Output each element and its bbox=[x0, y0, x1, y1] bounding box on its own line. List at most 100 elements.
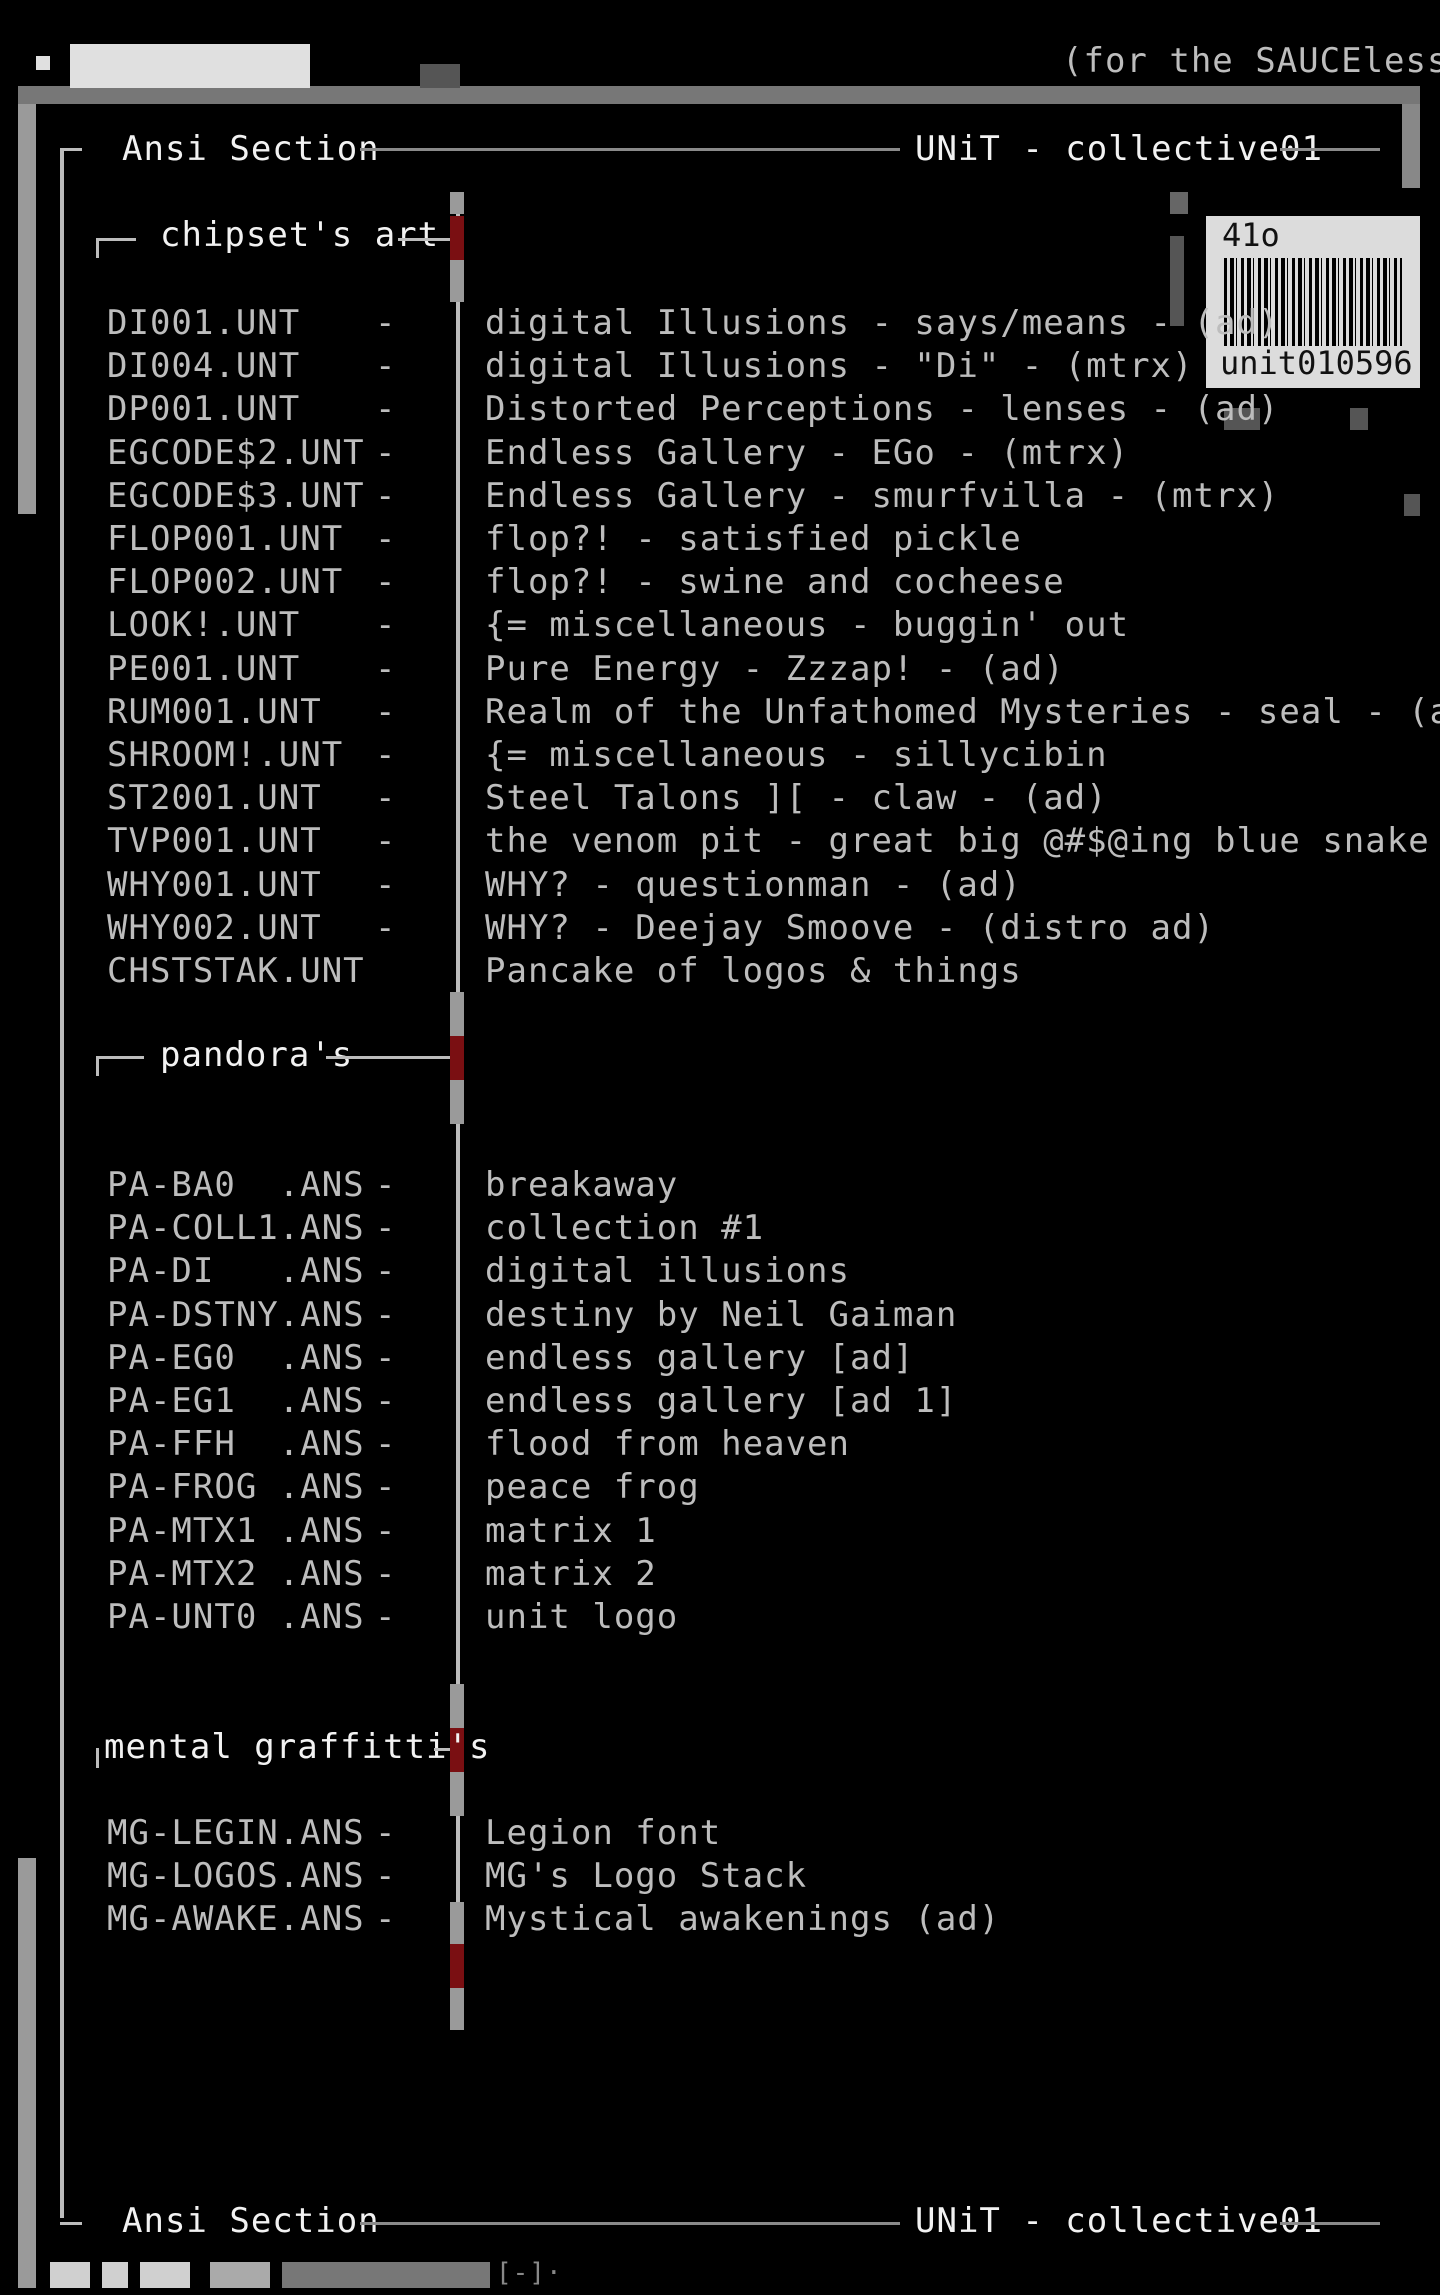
frame-bottom-line-right bbox=[1280, 2222, 1380, 2225]
list-item: ST2001.UNT - Steel Talons ][ - claw - (ad) bbox=[0, 777, 1440, 820]
file-name: PA-EG0 .ANS bbox=[107, 1338, 365, 1378]
list-item: DI004.UNT - digital Illusions - "Di" - (mt… bbox=[0, 345, 1440, 388]
file-name: PA-FFH .ANS bbox=[107, 1424, 365, 1464]
file-description: Endless Gallery - EGo - (mtrx) bbox=[485, 433, 1130, 473]
row-dash: - bbox=[375, 476, 397, 516]
file-name: LOOK!.UNT bbox=[107, 605, 301, 645]
file-name: PA-DSTNY.ANS bbox=[107, 1295, 365, 1335]
row-dash: - bbox=[375, 908, 397, 948]
list-item: SHROOM!.UNT - {= miscellaneous - sillycibi… bbox=[0, 734, 1440, 777]
list-item: LOOK!.UNT - {= miscellaneous - buggin' out bbox=[0, 604, 1440, 647]
row-dash: - bbox=[375, 821, 397, 861]
file-description: matrix 2 bbox=[485, 1554, 657, 1594]
row-dash: - bbox=[375, 433, 397, 473]
file-description: MG's Logo Stack bbox=[485, 1856, 808, 1896]
top-decor-block bbox=[70, 44, 310, 88]
row-dash: - bbox=[375, 1511, 397, 1551]
section-bracket bbox=[96, 1748, 99, 1768]
file-name: CHSTSTAK.UNT bbox=[107, 951, 365, 991]
file-description: Steel Talons ][ - claw - (ad) bbox=[485, 778, 1108, 818]
list-item: PA-DSTNY.ANS - destiny by Neil Gaiman bbox=[0, 1294, 1440, 1337]
tagline: (for the SAUCEless) bbox=[1062, 41, 1440, 81]
badge-number: 41o bbox=[1222, 216, 1280, 254]
file-name: SHROOM!.UNT bbox=[107, 735, 344, 775]
row-dash: - bbox=[375, 389, 397, 429]
file-name: PA-MTX2 .ANS bbox=[107, 1554, 365, 1594]
file-name: PA-UNT0 .ANS bbox=[107, 1597, 365, 1637]
divider-accent bbox=[450, 992, 464, 1036]
file-name: EGCODE$3.UNT bbox=[107, 476, 365, 516]
file-description: {= miscellaneous - buggin' out bbox=[485, 605, 1130, 645]
row-dash: - bbox=[375, 1467, 397, 1507]
section-bracket bbox=[96, 238, 99, 258]
section-bracket bbox=[434, 1748, 450, 1751]
file-description: flop?! - satisfied pickle bbox=[485, 519, 1022, 559]
file-name: DI004.UNT bbox=[107, 346, 301, 386]
file-name: PA-EG1 .ANS bbox=[107, 1381, 365, 1421]
file-name: ST2001.UNT bbox=[107, 778, 322, 818]
list-item: PA-FROG .ANS - peace frog bbox=[0, 1466, 1440, 1509]
file-description: endless gallery [ad 1] bbox=[485, 1381, 958, 1421]
divider-accent bbox=[450, 1036, 464, 1080]
divider-accent bbox=[450, 1944, 464, 1988]
row-dash: - bbox=[375, 692, 397, 732]
list-item: PA-MTX2 .ANS - matrix 2 bbox=[0, 1553, 1440, 1596]
file-name: PA-MTX1 .ANS bbox=[107, 1511, 365, 1551]
list-item: PA-FFH .ANS - flood from heaven bbox=[0, 1423, 1440, 1466]
row-dash: - bbox=[375, 778, 397, 818]
section-bracket bbox=[96, 1056, 144, 1059]
list-item: PA-DI .ANS - digital illusions bbox=[0, 1250, 1440, 1293]
row-dash: - bbox=[375, 1295, 397, 1335]
section-bracket bbox=[326, 1056, 450, 1059]
file-description: digital Illusions - "Di" - (mtrx) bbox=[485, 346, 1194, 386]
row-dash: - bbox=[375, 1381, 397, 1421]
group-title-bottom: UNiT - collective01 bbox=[915, 2201, 1323, 2241]
list-item: PA-EG0 .ANS - endless gallery [ad] bbox=[0, 1337, 1440, 1380]
file-description: flop?! - swine and cocheese bbox=[485, 562, 1065, 602]
file-description: Pure Energy - Zzzap! - (ad) bbox=[485, 649, 1065, 689]
file-name: PA-FROG .ANS bbox=[107, 1467, 365, 1507]
file-description: Mystical awakenings (ad) bbox=[485, 1899, 1001, 1939]
file-description: WHY? - questionman - (ad) bbox=[485, 865, 1022, 905]
list-item: PE001.UNT - Pure Energy - Zzzap! - (ad) bbox=[0, 648, 1440, 691]
list-item: WHY002.UNT - WHY? - Deejay Smoove - (distr… bbox=[0, 907, 1440, 950]
list-item: FLOP002.UNT - flop?! - swine and cocheese bbox=[0, 561, 1440, 604]
file-description: collection #1 bbox=[485, 1208, 765, 1248]
section-bracket bbox=[96, 1056, 99, 1076]
file-description: breakaway bbox=[485, 1165, 679, 1205]
section-bracket bbox=[96, 238, 136, 241]
list-item: CHSTSTAK.UNT Pancake of logos & things bbox=[0, 950, 1440, 993]
divider-accent bbox=[450, 1684, 464, 1728]
file-name: RUM001.UNT bbox=[107, 692, 322, 732]
list-item: PA-UNT0 .ANS - unit logo bbox=[0, 1596, 1440, 1639]
file-name: WHY002.UNT bbox=[107, 908, 322, 948]
row-dash: - bbox=[375, 1338, 397, 1378]
right-decor-bar bbox=[1402, 104, 1420, 188]
list-item: PA-BA0 .ANS - breakaway bbox=[0, 1164, 1440, 1207]
file-name: MG-LEGIN.ANS bbox=[107, 1813, 365, 1853]
file-name: FLOP001.UNT bbox=[107, 519, 344, 559]
badge-decor bbox=[1170, 192, 1188, 214]
row-dash: - bbox=[375, 303, 397, 343]
section-title: chipset's art bbox=[160, 215, 440, 255]
file-description: Legion font bbox=[485, 1813, 722, 1853]
divider-accent bbox=[450, 1080, 464, 1124]
list-item: DI001.UNT - digital Illusions - says/means… bbox=[0, 302, 1440, 345]
divider-accent bbox=[450, 260, 464, 302]
file-name: DI001.UNT bbox=[107, 303, 301, 343]
file-description: endless gallery [ad] bbox=[485, 1338, 915, 1378]
list-item: MG-AWAKE.ANS - Mystical awakenings (ad) bbox=[0, 1898, 1440, 1941]
file-description: Endless Gallery - smurfvilla - (mtrx) bbox=[485, 476, 1280, 516]
row-dash: - bbox=[375, 1856, 397, 1896]
file-description: Pancake of logos & things bbox=[485, 951, 1022, 991]
file-name: MG-LOGOS.ANS bbox=[107, 1856, 365, 1896]
list-item: PA-EG1 .ANS - endless gallery [ad 1] bbox=[0, 1380, 1440, 1423]
list-item: MG-LOGOS.ANS - MG's Logo Stack bbox=[0, 1855, 1440, 1898]
file-description: WHY? - Deejay Smoove - (distro ad) bbox=[485, 908, 1215, 948]
file-description: digital illusions bbox=[485, 1251, 850, 1291]
row-dash: - bbox=[375, 865, 397, 905]
file-description: Distorted Perceptions - lenses - (ad) bbox=[485, 389, 1280, 429]
file-name: PE001.UNT bbox=[107, 649, 301, 689]
file-description: digital Illusions - says/means - (ad) bbox=[485, 303, 1280, 343]
file-name: PA-DI .ANS bbox=[107, 1251, 365, 1291]
